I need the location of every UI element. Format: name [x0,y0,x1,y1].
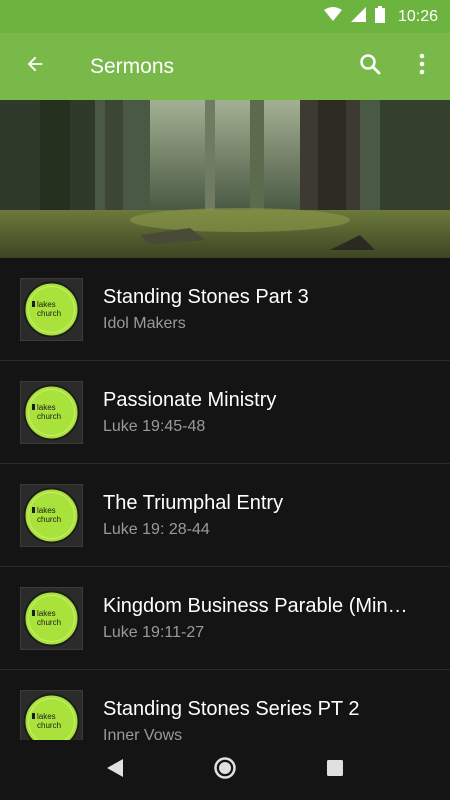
sermon-subtitle: Idol Makers [103,314,186,332]
svg-text:church: church [37,721,61,730]
sermon-thumbnail: lakes church [20,277,83,341]
back-button[interactable] [0,33,70,100]
svg-text:church: church [37,618,61,627]
svg-text:church: church [37,309,61,318]
page-title: Sermons [90,54,175,78]
list-item[interactable]: lakes church The Triumphal Entry Luke 19… [0,464,450,567]
list-item[interactable]: lakes church Standing Stones Series PT 2… [0,670,450,740]
sermon-thumbnail: lakes church [20,586,83,650]
sermon-title: Standing Stones Part 3 [103,285,309,308]
sermon-title: The Triumphal Entry [103,491,284,514]
church-logo-icon: lakes church [23,487,80,543]
church-logo-icon: lakes church [23,281,80,337]
sermon-title: Standing Stones Series PT 2 [103,697,360,720]
search-icon [358,52,382,81]
svg-text:lakes: lakes [37,609,56,618]
church-logo-icon: lakes church [23,384,80,440]
more-vert-icon [419,53,425,80]
svg-text:lakes: lakes [37,403,56,412]
header-image [0,100,450,258]
nav-back-icon [107,758,123,782]
list-item[interactable]: lakes church Standing Stones Part 3 Idol… [0,258,450,361]
nav-home-button[interactable] [205,750,245,790]
status-time: 10:26 [397,7,438,25]
svg-text:lakes: lakes [37,300,56,309]
church-logo-icon: lakes church [23,693,80,740]
sermon-title: Passionate Ministry [103,388,277,411]
signal-icon [350,6,366,27]
sermon-subtitle: Luke 19: 28-44 [103,520,210,538]
sermon-thumbnail: lakes church [20,483,83,547]
wifi-icon [323,7,342,26]
status-bar: 10:26 [0,0,450,33]
overflow-menu-button[interactable] [394,33,450,100]
svg-text:lakes: lakes [37,506,56,515]
sermon-thumbnail: lakes church [20,689,83,740]
church-logo-icon: lakes church [23,590,80,646]
sermon-list[interactable]: lakes church Standing Stones Part 3 Idol… [0,258,450,740]
nav-recents-button[interactable] [315,750,355,790]
app-bar: Sermons [0,33,450,100]
sermon-subtitle: Luke 19:45-48 [103,417,206,435]
svg-text:lakes: lakes [37,712,56,721]
list-item[interactable]: lakes church Passionate Ministry Luke 19… [0,361,450,464]
sermon-subtitle: Inner Vows [103,726,183,741]
forest-illustration [0,100,450,258]
sermon-title: Kingdom Business Parable (Min… [103,594,408,617]
list-item[interactable]: lakes church Kingdom Business Parable (M… [0,567,450,670]
back-arrow-icon [24,53,46,80]
nav-back-button[interactable] [95,750,135,790]
nav-recents-icon [327,759,343,781]
search-button[interactable] [346,33,394,100]
svg-text:church: church [37,412,61,421]
battery-icon [374,5,385,28]
svg-text:church: church [37,515,61,524]
sermon-subtitle: Luke 19:11-27 [103,623,205,641]
system-nav-bar [0,740,450,800]
sermon-thumbnail: lakes church [20,380,83,444]
nav-home-icon [213,756,237,785]
